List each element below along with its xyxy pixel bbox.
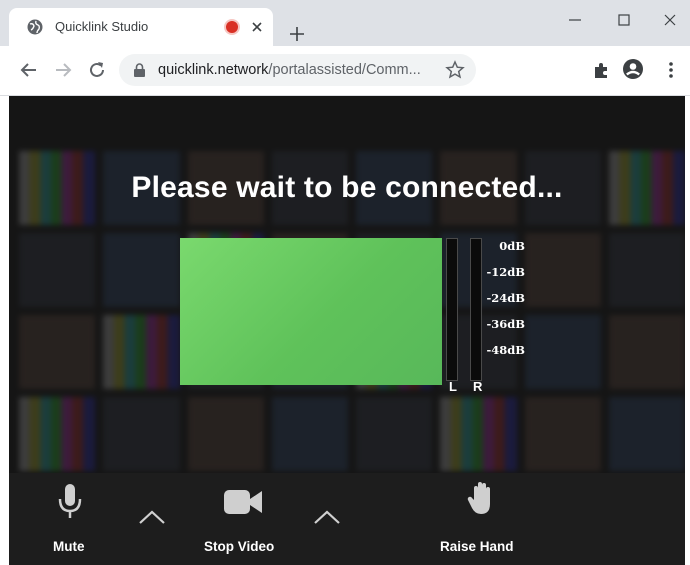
browser-toolbar: quicklink.network/portalassisted/Comm...: [0, 46, 690, 96]
audio-meter-right: [470, 238, 482, 381]
globe-icon: [27, 19, 43, 35]
tab-title: Quicklink Studio: [55, 19, 149, 34]
meeting-controls: Mute Stop Video Raise Hand: [9, 473, 685, 565]
db-label: -12dB: [486, 265, 525, 279]
microphone-icon: [58, 484, 82, 518]
tab-close-icon[interactable]: [247, 17, 267, 37]
kebab-menu-icon[interactable]: [660, 59, 682, 81]
audio-meter-left: [446, 238, 458, 381]
stop-video-button[interactable]: Stop Video: [199, 473, 289, 565]
tab-strip: Quicklink Studio: [0, 0, 690, 46]
mute-label: Mute: [53, 539, 85, 554]
page-title: Please wait to be connected...: [131, 171, 563, 204]
maximize-icon[interactable]: [614, 10, 634, 30]
new-tab-icon[interactable]: [286, 23, 308, 45]
url-text: quicklink.network/portalassisted/Comm...: [158, 62, 421, 78]
raise-hand-button[interactable]: Raise Hand: [434, 473, 534, 565]
lock-icon: [134, 63, 145, 77]
meter-label-right: R: [473, 379, 483, 394]
db-label: -36dB: [486, 317, 525, 331]
minimize-icon[interactable]: [565, 10, 585, 30]
close-window-icon[interactable]: [660, 10, 680, 30]
address-bar[interactable]: quicklink.network/portalassisted/Comm...: [119, 54, 476, 86]
db-label: 0dB: [499, 239, 525, 253]
video-options-chevron-icon[interactable]: [312, 508, 342, 526]
db-label: -48dB: [486, 343, 525, 357]
db-label: -24dB: [486, 291, 525, 305]
reload-icon[interactable]: [86, 59, 108, 81]
recording-dot-icon: [226, 21, 238, 33]
raise-hand-icon: [467, 482, 490, 514]
audio-options-chevron-icon[interactable]: [137, 508, 167, 526]
account-icon[interactable]: [622, 58, 644, 80]
raise-hand-label: Raise Hand: [440, 539, 514, 554]
forward-icon[interactable]: [52, 59, 74, 81]
mute-button[interactable]: Mute: [39, 473, 99, 565]
waiting-room: Please wait to be connected... L R 0dB -…: [9, 96, 685, 565]
puzzle-icon[interactable]: [590, 59, 612, 81]
stop-video-label: Stop Video: [204, 539, 275, 554]
bookmark-star-icon[interactable]: [444, 59, 466, 81]
back-icon[interactable]: [18, 59, 40, 81]
meter-label-left: L: [449, 379, 457, 394]
video-camera-icon: [224, 490, 262, 514]
video-preview: [180, 238, 442, 385]
browser-tab[interactable]: Quicklink Studio: [9, 8, 273, 46]
